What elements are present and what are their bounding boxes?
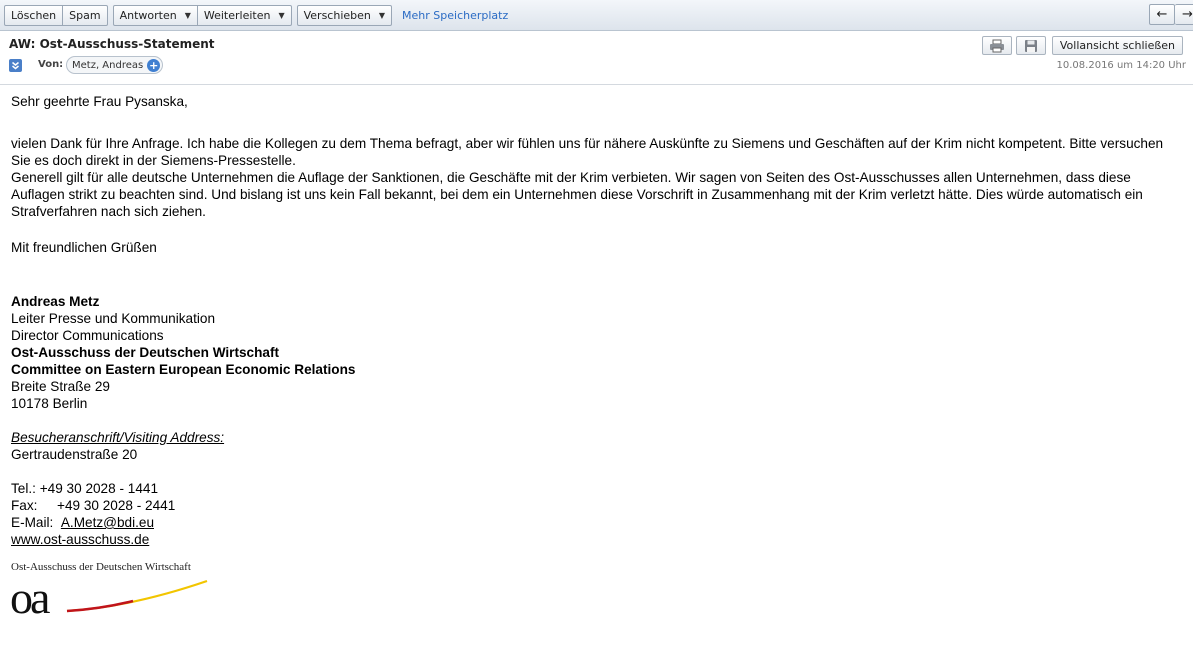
signature-name: Andreas Metz xyxy=(11,294,100,309)
reply-button[interactable]: Antworten ▼ xyxy=(112,4,198,26)
floppy-disk-icon xyxy=(1024,39,1037,52)
signature-street: Breite Straße 29 xyxy=(11,379,110,394)
from-label: Von: xyxy=(38,59,64,70)
chevron-down-icon[interactable]: ▼ xyxy=(185,11,191,20)
body-paragraph-1: vielen Dank für Ihre Anfrage. Ich habe d… xyxy=(11,136,1164,168)
more-storage-link[interactable]: Mehr Speicherplatz xyxy=(402,9,508,22)
mail-date: 10.08.2016 um 14:20 Uhr xyxy=(1056,60,1186,71)
arrow-left-icon: ← xyxy=(1156,7,1168,22)
header-actions: Vollansicht schließen xyxy=(981,36,1183,55)
move-button[interactable]: Verschieben ▼ xyxy=(296,4,393,26)
greeting: Sehr geehrte Frau Pysanska, xyxy=(11,94,188,109)
delete-button[interactable]: Löschen xyxy=(4,4,64,26)
signature-tel: Tel.: +49 30 2028 - 1441 xyxy=(11,481,159,496)
chevron-down-icon[interactable]: ▼ xyxy=(379,11,385,20)
email-link[interactable]: A.Metz@bdi.eu xyxy=(61,515,154,530)
move-label: Verschieben xyxy=(303,8,371,22)
delete-spam-group: Löschen Spam xyxy=(4,4,108,26)
fax-label: Fax: xyxy=(11,498,38,513)
forward-button[interactable]: Weiterleiten ▼ xyxy=(197,4,292,26)
signature-fax: Fax: +49 30 2028 - 2441 xyxy=(11,497,1181,514)
expand-details-icon[interactable] xyxy=(9,59,22,72)
closing: Mit freundlichen Grüßen xyxy=(11,240,157,255)
forward-label: Weiterleiten xyxy=(203,8,271,22)
next-mail-button[interactable]: → xyxy=(1175,4,1193,25)
body-paragraph-2: Generell gilt für alle deutsche Unterneh… xyxy=(11,170,1143,219)
logo-mark-text: oa xyxy=(11,572,50,621)
save-button[interactable] xyxy=(1015,36,1046,55)
signature-org-en: Committee on Eastern European Economic R… xyxy=(11,362,356,377)
fax-number: +49 30 2028 - 2441 xyxy=(57,498,176,513)
signature-org-de: Ost-Ausschuss der Deutschen Wirtschaft xyxy=(11,345,280,360)
forward-split: Weiterleiten ▼ xyxy=(197,4,292,26)
mail-toolbar: Löschen Spam Antworten ▼ Weiterleiten ▼ … xyxy=(0,0,1193,31)
visiting-street: Gertraudenstraße 20 xyxy=(11,447,138,462)
close-full-view-button[interactable]: Vollansicht schließen xyxy=(1051,36,1183,55)
chevron-down-icon[interactable]: ▼ xyxy=(278,11,284,20)
reply-label: Antworten xyxy=(119,8,177,22)
signature-city: 10178 Berlin xyxy=(11,396,88,411)
signature-email: E-Mail: A.Metz@bdi.eu xyxy=(11,514,1181,531)
website-link[interactable]: www.ost-ausschuss.de xyxy=(11,532,149,547)
signature-title-de: Leiter Presse und Kommunikation xyxy=(11,311,216,326)
visiting-address-label: Besucheranschrift/Visiting Address: xyxy=(11,430,225,445)
arrow-right-icon: → xyxy=(1182,7,1193,22)
mail-body: Sehr geehrte Frau Pysanska, vielen Dank … xyxy=(11,93,1181,548)
email-label: E-Mail: xyxy=(11,515,54,530)
navigation-buttons: ← → xyxy=(1149,4,1193,25)
mail-subject: AW: Ost-Ausschuss-Statement xyxy=(9,37,215,51)
previous-mail-button[interactable]: ← xyxy=(1149,4,1175,25)
signature-title-en: Director Communications xyxy=(11,328,164,343)
header-divider xyxy=(0,84,1193,85)
add-contact-icon[interactable]: + xyxy=(147,58,161,72)
sender-chip[interactable]: Metz, Andreas + xyxy=(66,56,164,74)
company-logo: Ost-Ausschuss der Deutschen Wirtschaft o… xyxy=(11,561,211,621)
printer-icon xyxy=(989,39,1004,52)
reply-split: Antworten ▼ xyxy=(112,4,198,26)
sender-name: Metz, Andreas xyxy=(72,59,144,71)
spam-button[interactable]: Spam xyxy=(63,4,108,26)
logo-mark-icon: oa xyxy=(11,572,208,621)
print-button[interactable] xyxy=(981,36,1012,55)
